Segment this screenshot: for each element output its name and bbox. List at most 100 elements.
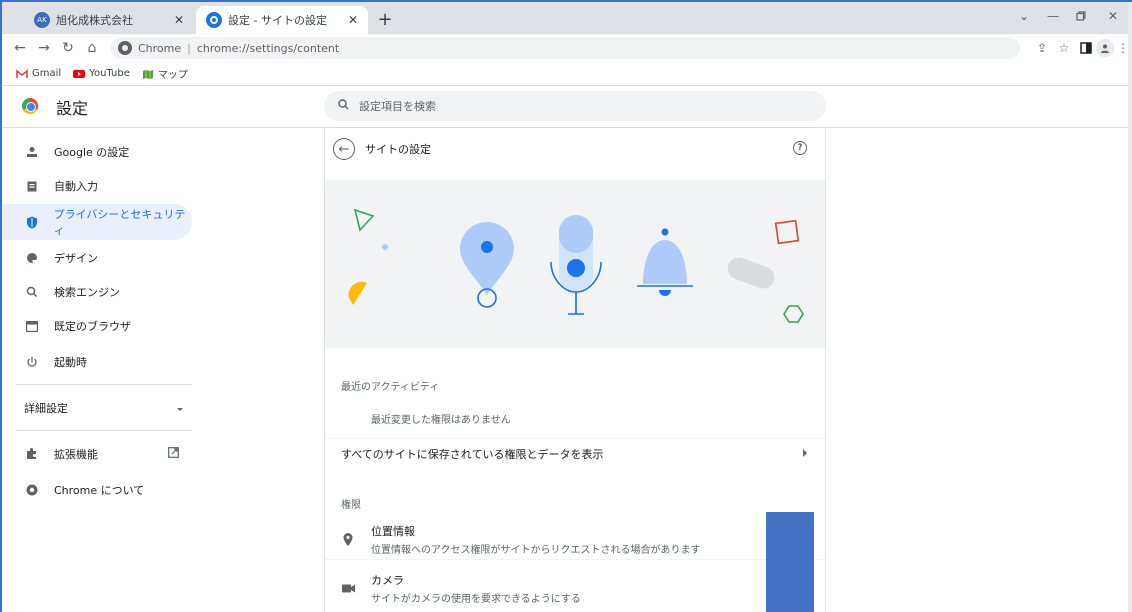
tab-settings[interactable]: 設定 - サイトの設定 ✕ bbox=[196, 6, 368, 34]
power-icon bbox=[24, 354, 40, 370]
permissions-illustration bbox=[348, 208, 804, 323]
address-toolbar: ← → ↻ ⌂ Chrome | chrome://settings/conte… bbox=[0, 34, 1132, 62]
sidebar-divider bbox=[16, 430, 192, 431]
sidebar-item-label: 自動入力 bbox=[54, 180, 98, 193]
recent-activity-empty: 最近変更した権限はありません bbox=[371, 415, 511, 426]
permission-title: 位置情報 bbox=[371, 525, 415, 538]
site-settings-illustration bbox=[325, 180, 825, 348]
bookmarks-bar: Gmail YouTube マップ bbox=[0, 62, 1132, 86]
palette-icon bbox=[24, 250, 40, 266]
sidebar-divider bbox=[16, 384, 192, 385]
permission-location[interactable]: 位置情報 位置情報へのアクセス権限がサイトからリクエストされる場合があります bbox=[325, 520, 825, 560]
tab-title: 設定 - サイトの設定 bbox=[228, 14, 327, 27]
recent-activity-title: 最近のアクティビティ bbox=[341, 382, 440, 393]
sidebar-item-label: 起動時 bbox=[54, 356, 87, 369]
open-in-new-icon bbox=[168, 447, 179, 461]
sidebar-item-autofill[interactable]: 自動入力 bbox=[0, 168, 192, 204]
reload-icon[interactable]: ↻ bbox=[58, 38, 78, 58]
gear-icon bbox=[206, 12, 222, 28]
sidebar-item-privacy[interactable]: プライバシーとセキュリティ bbox=[0, 204, 192, 240]
all-sites-link[interactable]: すべてのサイトに保存されている権限とデータを表示 bbox=[325, 438, 825, 468]
help-icon[interactable]: ? bbox=[793, 141, 807, 155]
close-tab-icon[interactable]: ✕ bbox=[348, 13, 358, 27]
restore-button[interactable] bbox=[1072, 6, 1090, 26]
maps-icon bbox=[142, 69, 153, 79]
permission-subtitle: サイトがカメラの使用を要求できるようにする bbox=[371, 593, 581, 605]
omnibox-url: chrome://settings/content bbox=[196, 41, 340, 55]
camera-icon bbox=[341, 581, 355, 595]
close-window-button[interactable]: ✕ bbox=[1104, 6, 1122, 26]
caret-down-icon bbox=[176, 402, 184, 415]
omnibox-separator: | bbox=[187, 41, 191, 55]
search-icon bbox=[24, 284, 40, 300]
youtube-icon bbox=[73, 69, 86, 78]
tab-search-icon[interactable]: ⌄ bbox=[1016, 6, 1032, 26]
sidebar-item-label: Chrome について bbox=[54, 484, 145, 497]
sidebar-advanced-label: 詳細設定 bbox=[24, 402, 68, 415]
window-edge bbox=[1128, 0, 1132, 612]
bookmark-label: マップ bbox=[157, 70, 188, 81]
sidebar-item-label: 検索エンジン bbox=[54, 286, 120, 299]
tab-strip: AK 旭化成株式会社 ✕ 設定 - サイトの設定 ✕ + ⌄ — ✕ bbox=[0, 0, 1132, 34]
bookmark-gmail[interactable]: Gmail bbox=[16, 68, 61, 79]
bookmark-maps[interactable]: マップ bbox=[142, 66, 188, 81]
browser-icon bbox=[24, 318, 40, 334]
back-arrow-button[interactable]: ← bbox=[333, 138, 355, 160]
close-tab-icon[interactable]: ✕ bbox=[174, 13, 184, 27]
person-icon bbox=[24, 144, 40, 160]
settings-sidebar: Google の設定 自動入力 プライバシーとセキュリティ デザイン 検索エンジ… bbox=[0, 128, 200, 612]
permission-subtitle: 位置情報へのアクセス権限がサイトからリクエストされる場合があります bbox=[371, 545, 701, 556]
search-icon bbox=[338, 99, 349, 113]
back-arrow-icon[interactable]: ← bbox=[10, 38, 30, 58]
sidebar-item-label: デザイン bbox=[54, 252, 98, 265]
permission-title: カメラ bbox=[371, 573, 404, 587]
bookmark-youtube[interactable]: YouTube bbox=[73, 68, 130, 79]
sidebar-item-design[interactable]: デザイン bbox=[0, 240, 192, 276]
omnibox-scheme: Chrome bbox=[138, 41, 182, 55]
chrome-logo-icon bbox=[22, 98, 38, 114]
settings-header: 設定 設定項目を検索 bbox=[0, 86, 1128, 128]
minimize-button[interactable]: — bbox=[1044, 6, 1062, 26]
sidebar-item-google[interactable]: Google の設定 bbox=[0, 134, 192, 170]
profile-avatar-icon[interactable] bbox=[1096, 39, 1114, 57]
menu-kebab-icon[interactable]: ⋮ bbox=[1117, 40, 1129, 56]
search-placeholder: 設定項目を検索 bbox=[359, 100, 436, 113]
gmail-icon bbox=[16, 68, 28, 78]
clipboard-icon bbox=[24, 178, 40, 194]
puzzle-icon bbox=[24, 446, 40, 462]
chevron-right-icon bbox=[803, 449, 807, 457]
all-sites-label: すべてのサイトに保存されている権限とデータを表示 bbox=[341, 447, 604, 461]
sidebar-item-search-engine[interactable]: 検索エンジン bbox=[0, 274, 192, 310]
sidebar-item-label: Google の設定 bbox=[54, 146, 130, 159]
redaction-block bbox=[766, 512, 814, 612]
omnibox[interactable]: Chrome | chrome://settings/content bbox=[110, 37, 1020, 59]
side-panel-icon[interactable] bbox=[1078, 40, 1094, 56]
bookmark-star-icon[interactable]: ☆ bbox=[1056, 40, 1072, 56]
sidebar-item-extensions[interactable]: 拡張機能 bbox=[0, 436, 192, 472]
sidebar-item-about[interactable]: Chrome について bbox=[0, 472, 192, 508]
permission-camera[interactable]: カメラ サイトがカメラの使用を要求できるようにする bbox=[325, 568, 825, 608]
location-pin-icon bbox=[341, 533, 355, 547]
bookmark-label: Gmail bbox=[32, 68, 62, 79]
page-title: サイトの設定 bbox=[365, 143, 431, 156]
site-settings-card: ← サイトの設定 ? 最近のアクティビティ 最近変更した権限はありません すべて bbox=[324, 128, 826, 612]
settings-title: 設定 bbox=[56, 99, 89, 118]
sidebar-item-label: 拡張機能 bbox=[54, 448, 98, 461]
site-favicon-icon: AK bbox=[34, 12, 50, 28]
sidebar-item-label: プライバシーとセキュリティ bbox=[53, 208, 186, 237]
share-icon[interactable]: ⇪ bbox=[1034, 40, 1050, 56]
sidebar-item-label: 既定のブラウザ bbox=[54, 320, 131, 333]
home-icon[interactable]: ⌂ bbox=[82, 38, 102, 58]
settings-search-input[interactable]: 設定項目を検索 bbox=[324, 91, 826, 121]
tab-asahi-kasei[interactable]: AK 旭化成株式会社 ✕ bbox=[24, 6, 194, 34]
new-tab-button[interactable]: + bbox=[374, 8, 396, 30]
sidebar-item-startup[interactable]: 起動時 bbox=[0, 344, 192, 380]
chrome-logo-icon bbox=[118, 41, 132, 55]
chrome-logo-icon bbox=[24, 482, 40, 498]
forward-arrow-icon[interactable]: → bbox=[34, 38, 54, 58]
shield-icon bbox=[24, 214, 40, 230]
sidebar-item-default-browser[interactable]: 既定のブラウザ bbox=[0, 308, 192, 344]
tab-title: 旭化成株式会社 bbox=[56, 14, 133, 27]
sidebar-advanced-toggle[interactable]: 詳細設定 bbox=[24, 400, 184, 416]
permissions-title: 権限 bbox=[341, 500, 361, 511]
